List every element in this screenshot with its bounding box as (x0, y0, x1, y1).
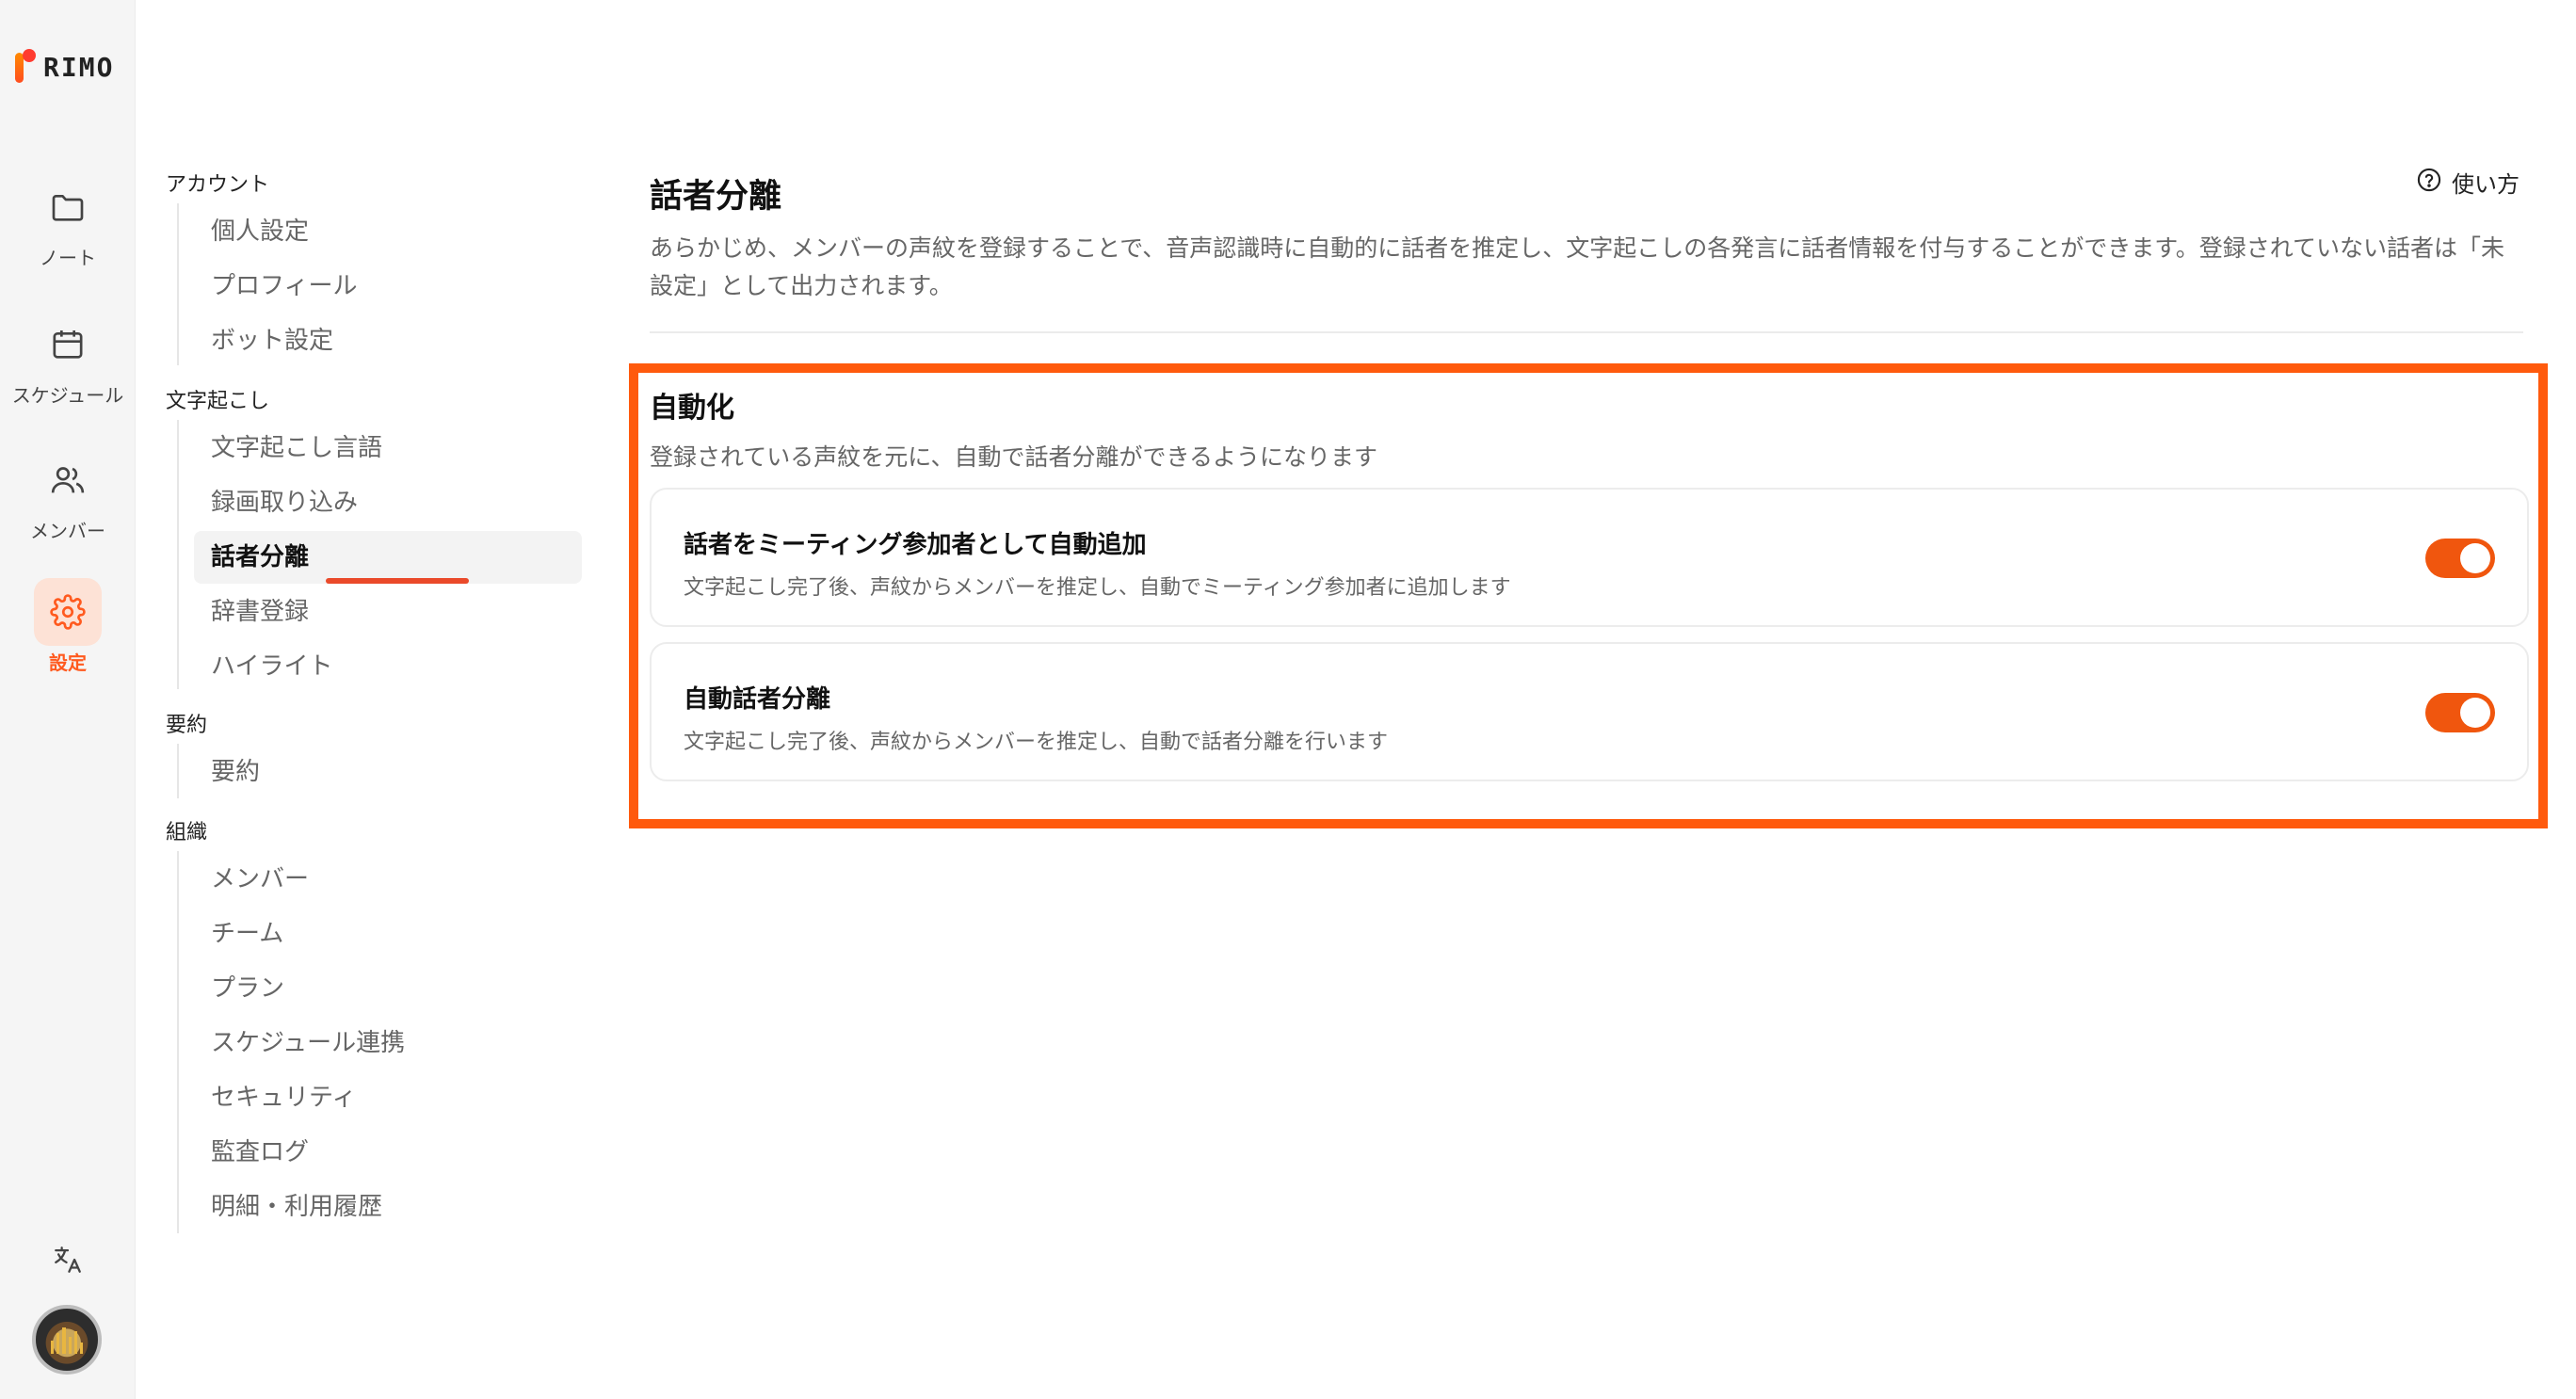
nav-item-plan[interactable]: プラン (194, 962, 582, 1015)
nav-section-transcription: 文字起こし (166, 390, 270, 413)
user-avatar[interactable] (32, 1305, 102, 1375)
nav-item-billing[interactable]: 明細・利用履歴 (194, 1181, 582, 1233)
help-icon (2416, 167, 2442, 199)
nav-item-language[interactable]: 文字起こし言語 (194, 422, 582, 474)
setting-card-title: 自動話者分離 (684, 685, 831, 714)
annotation-underline (326, 578, 469, 584)
setting-card-title: 話者をミーティング参加者として自動追加 (684, 531, 1147, 559)
nav-item-personal[interactable]: 個人設定 (194, 205, 582, 258)
rail-label: メンバー (30, 520, 105, 542)
nav-item-highlight[interactable]: ハイライト (194, 640, 582, 693)
setting-card-auto-diarization: 自動話者分離 文字起こし完了後、声紋からメンバーを推定し、自動で話者分離を行いま… (650, 642, 2529, 781)
rail-item-notes[interactable]: ノート (0, 173, 136, 270)
rail-label: スケジュール (11, 384, 124, 407)
setting-card-description: 文字起こし完了後、声紋からメンバーを推定し、自動でミーティング参加者に追加します (684, 576, 1511, 600)
setting-card-description: 文字起こし完了後、声紋からメンバーを推定し、自動で話者分離を行います (684, 731, 1389, 754)
nav-section-organization: 組織 (166, 821, 208, 844)
nav-item-summary[interactable]: 要約 (194, 746, 582, 798)
rail-item-members[interactable]: メンバー (0, 446, 136, 543)
users-icon (34, 446, 102, 514)
gear-icon (34, 578, 102, 646)
nav-item-import[interactable]: 録画取り込み (194, 476, 582, 529)
page-description: あらかじめ、メンバーの声紋を登録することで、音声認識時に自動的に話者を推定し、文… (650, 234, 2505, 299)
nav-item-team[interactable]: チーム (194, 908, 582, 960)
translate-icon[interactable] (49, 1241, 87, 1278)
automation-title: 自動化 (650, 392, 734, 425)
toggle-knob (2460, 698, 2490, 728)
rail-item-settings[interactable]: 設定 (0, 578, 136, 675)
nav-section-line (177, 744, 179, 798)
calendar-icon (34, 311, 102, 378)
help-label: 使い方 (2452, 171, 2520, 198)
app-root: RIMO ノート スケジュール メンバー 設定 アカウント 個人設定 プロフィー… (0, 0, 2576, 1399)
toggle-knob (2460, 543, 2490, 573)
automation-description: 登録されている声紋を元に、自動で話者分離ができるようになります (650, 443, 1378, 471)
settings-nav: アカウント 個人設定 プロフィール ボット設定 文字起こし 文字起こし言語 録画… (136, 0, 597, 1399)
nav-item-members[interactable]: メンバー (194, 853, 582, 906)
divider (650, 331, 2523, 333)
auto-add-participants-toggle[interactable] (2425, 539, 2495, 578)
nav-item-speaker-diarization[interactable]: 話者分離 (194, 531, 582, 584)
nav-section-line (177, 420, 179, 689)
setting-card-auto-add-participants: 話者をミーティング参加者として自動追加 文字起こし完了後、声紋からメンバーを推定… (650, 488, 2529, 627)
nav-section-account: アカウント (166, 173, 270, 197)
auto-diarization-toggle[interactable] (2425, 693, 2495, 732)
rimo-logo-icon (13, 49, 38, 85)
rail-label: 設定 (49, 651, 87, 674)
icon-rail: RIMO ノート スケジュール メンバー 設定 (0, 0, 136, 1399)
rimo-logo[interactable]: RIMO (13, 49, 114, 85)
rail-item-schedule[interactable]: スケジュール (0, 311, 136, 408)
nav-section-line (177, 203, 179, 365)
page-title: 話者分離 (650, 178, 782, 216)
rail-label: ノート (40, 247, 96, 269)
nav-item-dictionary[interactable]: 辞書登録 (194, 586, 582, 638)
nav-item-profile[interactable]: プロフィール (194, 260, 582, 313)
nav-item-security[interactable]: セキュリティ (194, 1071, 582, 1124)
nav-item-schedule-sync[interactable]: スケジュール連携 (194, 1017, 582, 1069)
nav-item-audit-log[interactable]: 監査ログ (194, 1126, 582, 1179)
help-link[interactable]: 使い方 (2416, 166, 2520, 199)
main-content: 話者分離 使い方 あらかじめ、メンバーの声紋を登録することで、音声認識時に自動的… (597, 0, 2576, 1399)
nav-section-line (177, 851, 179, 1233)
folder-icon (34, 173, 102, 241)
nav-item-bot[interactable]: ボット設定 (194, 314, 582, 367)
brand-name: RIMO (43, 51, 115, 83)
nav-section-summary: 要約 (166, 714, 208, 737)
